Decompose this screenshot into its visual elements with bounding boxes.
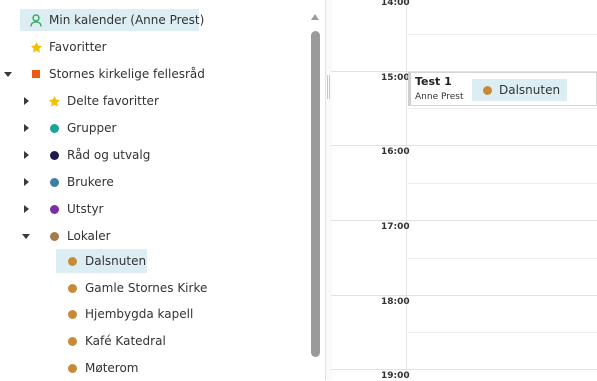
expand-caret-icon[interactable] [21,177,31,187]
circle-icon [47,148,61,162]
collapse-caret-icon[interactable] [3,69,13,79]
hour-line [331,220,597,221]
splitter-grip-icon[interactable] [327,75,328,99]
circle-icon [65,361,79,375]
event-organizer: Anne Prest [415,92,464,102]
calendar-tree: Min kalender (Anne Prest) Favoritter Sto… [0,0,325,380]
half-hour-line [406,258,597,259]
star-icon [47,94,61,108]
tree-item-room[interactable]: Møterom [65,357,138,379]
tree-item-label: Lokaler [67,229,111,243]
circle-icon [47,202,61,216]
tree-item-shared-favorites[interactable]: Delte favoritter [47,90,159,112]
circle-icon [47,175,61,189]
tree-item-users[interactable]: Brukere [47,171,114,193]
splitter-grip-icon[interactable] [329,75,330,99]
tree-item-label: Møterom [85,361,139,375]
tree-item-label: Favoritter [49,40,107,54]
tree-item-label: Dalsnuten [85,254,147,268]
tree-item-equipment[interactable]: Utstyr [47,198,103,220]
tree-item-room[interactable]: Gamle Stornes Kirke [65,277,207,299]
expand-caret-icon[interactable] [21,150,31,160]
tree-item-org[interactable]: Stornes kirkelige fellesråd [29,63,205,85]
tree-item-councils[interactable]: Råd og utvalg [47,144,150,166]
user-icon [29,13,43,27]
tree-item-label: Hjembygda kapell [85,307,194,321]
tree-item-label: Grupper [67,121,117,135]
tree-item-label: Min kalender (Anne Prest) [49,13,205,27]
calendar-day-view: 15:00 16:00 17:00 18:00 19:00 14:00 Test… [331,0,597,381]
time-label: 17:00 [381,222,410,232]
tree-item-label: Kafé Katedral [85,334,166,348]
event-resource-chip[interactable]: Dalsnuten [472,79,568,101]
org-square-icon [29,67,43,81]
tree-item-label: Brukere [67,175,114,189]
time-label: 16:00 [381,147,410,157]
time-label: 14:00 [381,0,410,8]
tree-item-room[interactable]: Hjembygda kapell [65,303,193,325]
half-hour-line [406,34,597,35]
tree-item-label: Stornes kirkelige fellesråd [49,67,205,81]
tree-item-room[interactable]: Dalsnuten [56,249,147,273]
time-label: 18:00 [381,297,410,307]
circle-icon [65,334,79,348]
hour-line [331,145,597,146]
circle-icon [47,229,61,243]
time-column [331,0,407,380]
calendar-event[interactable]: Test 1 Anne Prest Dalsnuten [408,72,597,106]
half-hour-line [406,183,597,184]
tree-item-room[interactable]: Kafé Katedral [65,330,166,352]
event-title: Test 1 [415,75,452,88]
time-label: 15:00 [381,73,410,83]
circle-icon [47,121,61,135]
tree-item-groups[interactable]: Grupper [47,117,116,139]
circle-icon [65,307,79,321]
tree-item-label: Råd og utvalg [67,148,151,162]
tree-item-my-calendar[interactable]: Min kalender (Anne Prest) [20,9,204,31]
collapse-caret-icon[interactable] [21,231,31,241]
tree-scrollbar-thumb[interactable] [311,31,320,357]
circle-icon [65,281,79,295]
tree-item-label: Delte favoritter [67,94,159,108]
tree-item-favorites[interactable]: Favoritter [29,36,107,58]
hour-line [331,295,597,296]
scroll-up-arrow-icon[interactable] [311,14,319,20]
expand-caret-icon[interactable] [21,123,31,133]
half-hour-line [406,108,597,109]
hour-line [331,369,597,370]
expand-caret-icon[interactable] [21,204,31,214]
tree-item-label: Utstyr [67,202,104,216]
circle-icon [483,85,492,95]
expand-caret-icon[interactable] [21,96,31,106]
event-resource-label: Dalsnuten [499,83,561,97]
circle-icon [65,254,79,268]
half-hour-line [406,332,597,333]
tree-item-label: Gamle Stornes Kirke [85,281,208,295]
star-icon [29,40,43,54]
tree-item-rooms[interactable]: Lokaler [47,225,111,247]
